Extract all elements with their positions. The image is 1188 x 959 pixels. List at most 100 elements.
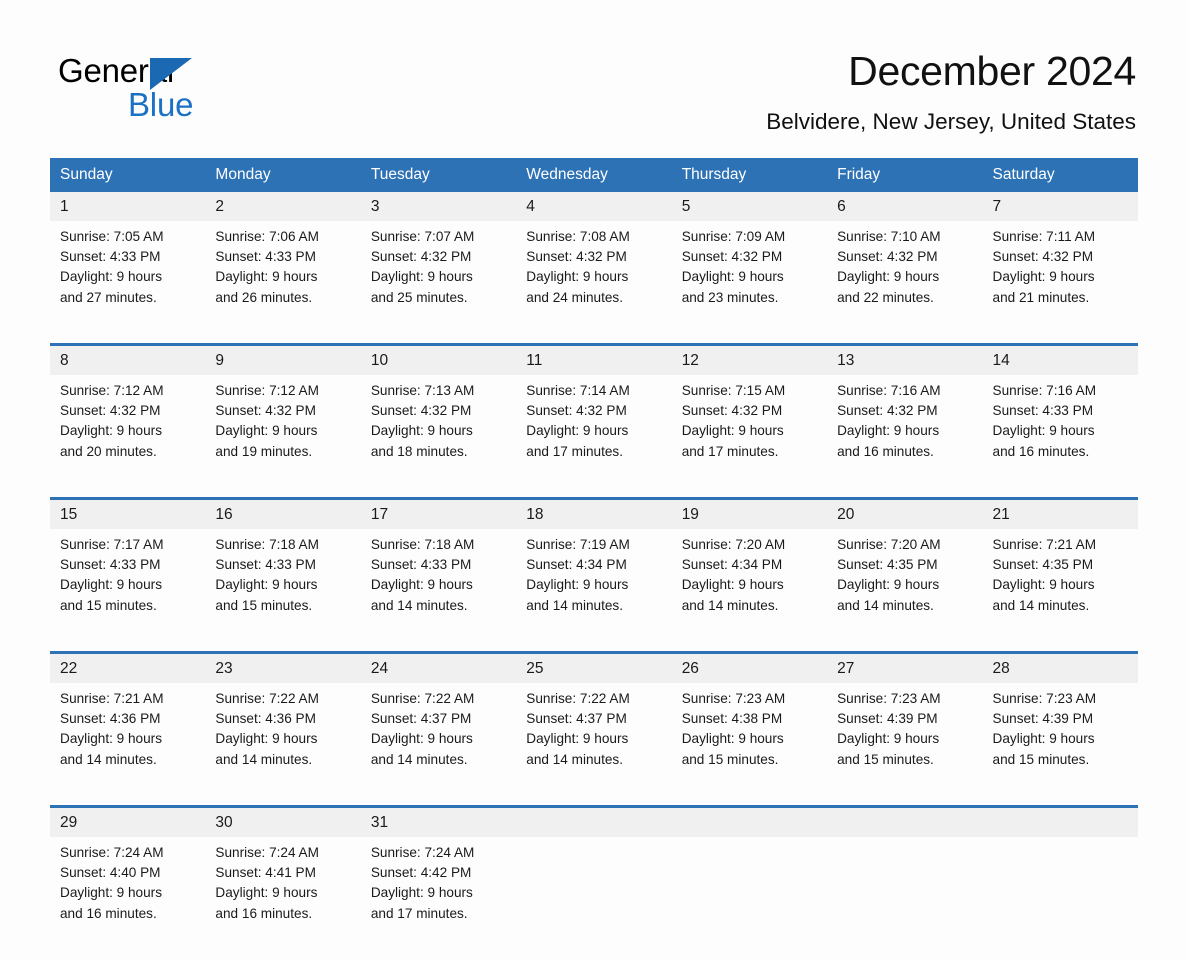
daylight-text-line1: Daylight: 9 hours <box>526 577 629 593</box>
daylight-text-line2: and 15 minutes. <box>992 751 1090 767</box>
daylight-text-line1: Daylight: 9 hours <box>60 577 163 593</box>
day-cell: Sunrise: 7:06 AM Sunset: 4:33 PM Dayligh… <box>205 221 361 345</box>
sunrise-text: Sunrise: 7:23 AM <box>992 691 1097 706</box>
day-cell: Sunrise: 7:10 AM Sunset: 4:32 PM Dayligh… <box>827 221 983 345</box>
daylight-text-line2: and 15 minutes. <box>60 597 157 613</box>
sunrise-text: Sunrise: 7:16 AM <box>992 383 1097 398</box>
daylight-text-line1: Daylight: 9 hours <box>370 577 473 593</box>
day-number: 23 <box>205 651 361 683</box>
sunrise-text: Sunrise: 7:11 AM <box>992 229 1096 244</box>
day-cell: Sunrise: 7:08 AM Sunset: 4:32 PM Dayligh… <box>516 221 672 345</box>
sunrise-text: Sunrise: 7:21 AM <box>992 537 1097 552</box>
day-cell: Sunrise: 7:22 AM Sunset: 4:37 PM Dayligh… <box>360 683 517 807</box>
daylight-text-line1: Daylight: 9 hours <box>681 731 784 747</box>
day-number: 7 <box>982 192 1138 221</box>
logo-text-blue: Blue <box>128 86 194 123</box>
day-number: 27 <box>827 651 983 683</box>
sunrise-text: Sunrise: 7:24 AM <box>370 845 475 860</box>
day-cell: Sunrise: 7:24 AM Sunset: 4:41 PM Dayligh… <box>205 837 361 959</box>
day-number: 25 <box>516 651 672 683</box>
daylight-text-line1: Daylight: 9 hours <box>60 423 163 439</box>
day-number: 29 <box>50 805 206 837</box>
daylight-text-line1: Daylight: 9 hours <box>60 731 163 747</box>
sunset-text: Sunset: 4:32 PM <box>681 403 783 419</box>
sunset-text: Sunset: 4:32 PM <box>60 403 161 419</box>
sunrise-text: Sunrise: 7:15 AM <box>681 383 786 398</box>
daylight-text-line1: Daylight: 9 hours <box>992 577 1095 593</box>
sunset-text: Sunset: 4:32 PM <box>370 249 472 265</box>
day-number: 4 <box>516 192 672 221</box>
day-cell: Sunrise: 7:05 AM Sunset: 4:33 PM Dayligh… <box>50 221 206 345</box>
day-cell-empty <box>827 837 983 959</box>
sunset-text: Sunset: 4:33 PM <box>60 557 161 573</box>
day-number: 15 <box>50 497 206 529</box>
sunrise-text: Sunrise: 7:05 AM <box>60 229 164 244</box>
day-cell: Sunrise: 7:22 AM Sunset: 4:36 PM Dayligh… <box>205 683 361 807</box>
daylight-text-line2: and 17 minutes. <box>526 443 623 459</box>
daylight-text-line1: Daylight: 9 hours <box>60 885 163 901</box>
page-location: Belvidere, New Jersey, United States <box>766 109 1136 134</box>
daylight-text-line2: and 16 minutes. <box>837 443 934 459</box>
sunrise-text: Sunrise: 7:07 AM <box>370 229 475 244</box>
weekday-header-wednesday: Wednesday <box>516 158 672 192</box>
page-header: General Blue December 2024 Belvidere, Ne… <box>0 0 1188 150</box>
day-cell: Sunrise: 7:07 AM Sunset: 4:32 PM Dayligh… <box>360 221 517 345</box>
sunset-text: Sunset: 4:33 PM <box>215 557 316 573</box>
sunset-text: Sunset: 4:32 PM <box>681 249 783 265</box>
week-number-row: 22 23 24 25 26 27 28 <box>50 651 1138 683</box>
daylight-text-line1: Daylight: 9 hours <box>370 423 473 439</box>
daylight-text-line1: Daylight: 9 hours <box>215 731 318 747</box>
weekday-header-tuesday: Tuesday <box>360 158 517 192</box>
daylight-text-line1: Daylight: 9 hours <box>370 731 473 747</box>
day-cell: Sunrise: 7:23 AM Sunset: 4:39 PM Dayligh… <box>827 683 983 807</box>
week-number-row: 29 30 31 <box>50 805 1138 837</box>
daylight-text-line2: and 27 minutes. <box>60 289 157 305</box>
day-cell-empty <box>516 837 672 959</box>
week-info-row: Sunrise: 7:05 AM Sunset: 4:33 PM Dayligh… <box>50 221 1138 345</box>
day-cell: Sunrise: 7:23 AM Sunset: 4:38 PM Dayligh… <box>671 683 828 807</box>
daylight-text-line2: and 14 minutes. <box>837 597 934 613</box>
week-number-row: 8 9 10 11 12 13 14 <box>50 343 1138 375</box>
daylight-text-line2: and 19 minutes. <box>215 443 313 459</box>
day-number: 24 <box>360 651 517 683</box>
daylight-text-line2: and 15 minutes. <box>215 597 313 613</box>
sunset-text: Sunset: 4:35 PM <box>992 557 1094 573</box>
daylight-text-line2: and 17 minutes. <box>370 905 468 921</box>
day-number: 17 <box>360 497 517 529</box>
weekday-header-monday: Monday <box>205 158 361 192</box>
day-cell: Sunrise: 7:23 AM Sunset: 4:39 PM Dayligh… <box>982 683 1138 807</box>
daylight-text-line2: and 22 minutes. <box>837 289 934 305</box>
sunset-text: Sunset: 4:34 PM <box>681 557 783 573</box>
sunset-text: Sunset: 4:32 PM <box>526 249 627 265</box>
sunrise-text: Sunrise: 7:12 AM <box>215 383 319 398</box>
sunrise-text: Sunrise: 7:16 AM <box>837 383 941 398</box>
day-cell: Sunrise: 7:11 AM Sunset: 4:32 PM Dayligh… <box>982 221 1138 345</box>
sunset-text: Sunset: 4:32 PM <box>837 403 938 419</box>
daylight-text-line2: and 14 minutes. <box>681 597 779 613</box>
calendar-header-row: Sunday Monday Tuesday Wednesday Thursday… <box>50 158 1138 192</box>
daylight-text-line1: Daylight: 9 hours <box>526 423 629 439</box>
sunset-text: Sunset: 4:32 PM <box>837 249 938 265</box>
week-info-row: Sunrise: 7:21 AM Sunset: 4:36 PM Dayligh… <box>50 683 1138 807</box>
day-cell: Sunrise: 7:21 AM Sunset: 4:36 PM Dayligh… <box>50 683 206 807</box>
daylight-text-line1: Daylight: 9 hours <box>526 269 629 285</box>
day-cell: Sunrise: 7:14 AM Sunset: 4:32 PM Dayligh… <box>516 375 672 499</box>
sunrise-text: Sunrise: 7:13 AM <box>370 383 475 398</box>
sunset-text: Sunset: 4:34 PM <box>526 557 627 573</box>
daylight-text-line1: Daylight: 9 hours <box>370 269 473 285</box>
week-info-row: Sunrise: 7:24 AM Sunset: 4:40 PM Dayligh… <box>50 837 1138 959</box>
day-cell: Sunrise: 7:12 AM Sunset: 4:32 PM Dayligh… <box>50 375 206 499</box>
weekday-header-sunday: Sunday <box>50 158 206 192</box>
day-cell: Sunrise: 7:16 AM Sunset: 4:32 PM Dayligh… <box>827 375 983 499</box>
day-number: 8 <box>50 343 206 375</box>
daylight-text-line2: and 14 minutes. <box>526 751 623 767</box>
day-cell: Sunrise: 7:20 AM Sunset: 4:35 PM Dayligh… <box>827 529 983 653</box>
sunset-text: Sunset: 4:32 PM <box>526 403 627 419</box>
sunset-text: Sunset: 4:37 PM <box>526 711 627 727</box>
sunset-text: Sunset: 4:32 PM <box>215 403 316 419</box>
day-cell: Sunrise: 7:18 AM Sunset: 4:33 PM Dayligh… <box>205 529 361 653</box>
daylight-text-line1: Daylight: 9 hours <box>370 885 473 901</box>
daylight-text-line1: Daylight: 9 hours <box>992 269 1095 285</box>
daylight-text-line2: and 25 minutes. <box>370 289 468 305</box>
daylight-text-line1: Daylight: 9 hours <box>681 269 784 285</box>
